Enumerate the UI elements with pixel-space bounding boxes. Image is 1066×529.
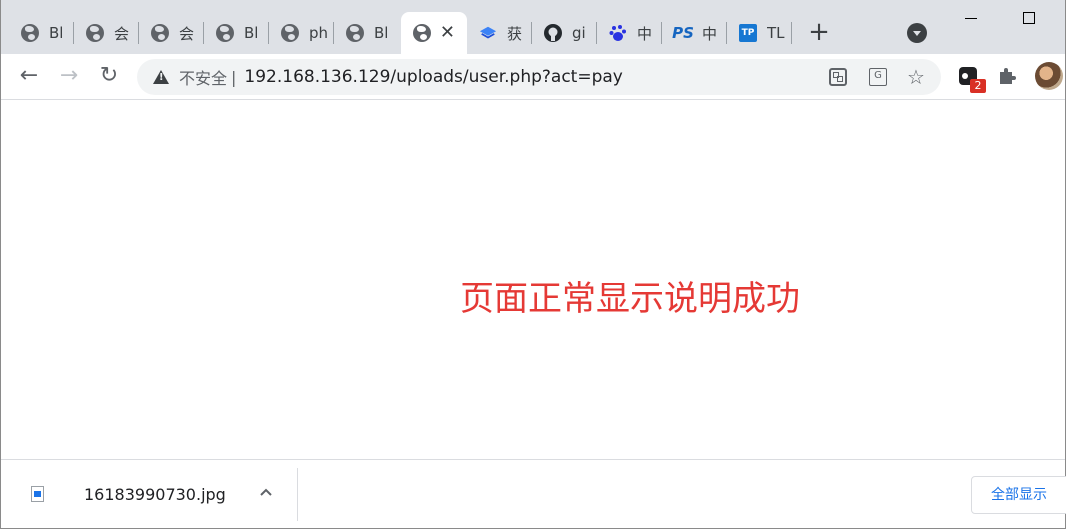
tab-hui-1[interactable]: 会: [74, 12, 139, 54]
address-bar[interactable]: 不安全 | 192.168.136.129/uploads/user.php?a…: [137, 59, 941, 95]
tab-label: gi: [572, 24, 586, 42]
image-file-icon: [31, 486, 44, 502]
download-file-name[interactable]: 16183990730.jpg: [84, 485, 226, 504]
extension-badge: 2: [970, 79, 986, 93]
download-shelf: 16183990730.jpg 全部显示: [1, 459, 1066, 529]
baidu-paw-icon: [609, 24, 627, 42]
toolbar: ← → ↻ 不安全 | 192.168.136.129/uploads/user…: [1, 54, 1065, 100]
github-icon: [544, 24, 562, 42]
security-divider: |: [231, 67, 237, 87]
tab-label: ph: [309, 24, 327, 42]
forward-button[interactable]: →: [57, 64, 81, 88]
maximize-icon[interactable]: [1023, 12, 1035, 24]
translate-icon[interactable]: G: [869, 68, 887, 86]
tab-tp[interactable]: TP TL: [727, 12, 792, 54]
tab-strip: Bl 会 会 Bl ph Bl ✕ 获 gi 中 PS 中 TP TL +: [1, 0, 1065, 54]
tab-bl-3[interactable]: Bl: [334, 12, 399, 54]
tab-huo[interactable]: 获: [467, 12, 532, 54]
layers-icon: [479, 24, 497, 42]
back-button[interactable]: ←: [17, 64, 41, 88]
tab-ph[interactable]: ph: [269, 12, 334, 54]
close-tab-icon[interactable]: ✕: [440, 24, 455, 42]
tab-label: 中: [637, 24, 653, 43]
download-menu-chevron-icon[interactable]: [259, 482, 273, 501]
tab-ps[interactable]: PS 中: [662, 12, 727, 54]
show-all-button[interactable]: 全部显示: [971, 476, 1066, 514]
tab-label: 中: [702, 24, 718, 43]
globe-icon: [216, 24, 234, 42]
tab-label: Bl: [244, 24, 259, 42]
globe-icon: [21, 24, 39, 42]
url-text[interactable]: 192.168.136.129/uploads/user.php?act=pay: [244, 67, 622, 87]
browser-window: Bl 会 会 Bl ph Bl ✕ 获 gi 中 PS 中 TP TL + ← …: [0, 0, 1066, 529]
globe-icon: [86, 24, 104, 42]
tab-search-icon[interactable]: [907, 23, 927, 43]
tab-label: 会: [114, 24, 130, 43]
profile-avatar[interactable]: [1035, 62, 1063, 90]
page-content: 页面正常显示说明成功: [1, 101, 1065, 459]
tab-label: Bl: [49, 24, 64, 42]
globe-icon: [151, 24, 169, 42]
tab-baidu[interactable]: 中: [597, 12, 662, 54]
globe-icon: [346, 24, 364, 42]
tab-bl-1[interactable]: Bl: [9, 12, 74, 54]
bookmark-star-icon[interactable]: ☆: [907, 67, 925, 87]
tab-active[interactable]: ✕: [401, 12, 467, 54]
tp-icon: TP: [739, 24, 757, 42]
download-item[interactable]: 16183990730.jpg: [1, 460, 297, 529]
security-indicator[interactable]: 不安全: [179, 65, 227, 89]
tab-bl-2[interactable]: Bl: [204, 12, 269, 54]
success-message: 页面正常显示说明成功: [460, 279, 800, 319]
ps-icon: PS: [672, 24, 694, 42]
minimize-icon[interactable]: [965, 18, 977, 19]
globe-icon: [413, 24, 431, 42]
tab-label: Bl: [374, 24, 389, 42]
tab-label: 获: [507, 24, 523, 43]
tab-hui-2[interactable]: 会: [139, 12, 204, 54]
qr-code-icon[interactable]: [829, 68, 847, 86]
extensions-puzzle-icon[interactable]: [997, 66, 1017, 89]
tab-github[interactable]: gi: [532, 12, 597, 54]
tab-label: 会: [179, 24, 195, 43]
new-tab-button[interactable]: +: [807, 19, 831, 45]
shelf-divider: [297, 468, 298, 521]
reload-button[interactable]: ↻: [97, 64, 121, 88]
globe-icon: [281, 24, 299, 42]
tab-label: TL: [767, 24, 785, 42]
warning-icon[interactable]: [153, 69, 169, 85]
